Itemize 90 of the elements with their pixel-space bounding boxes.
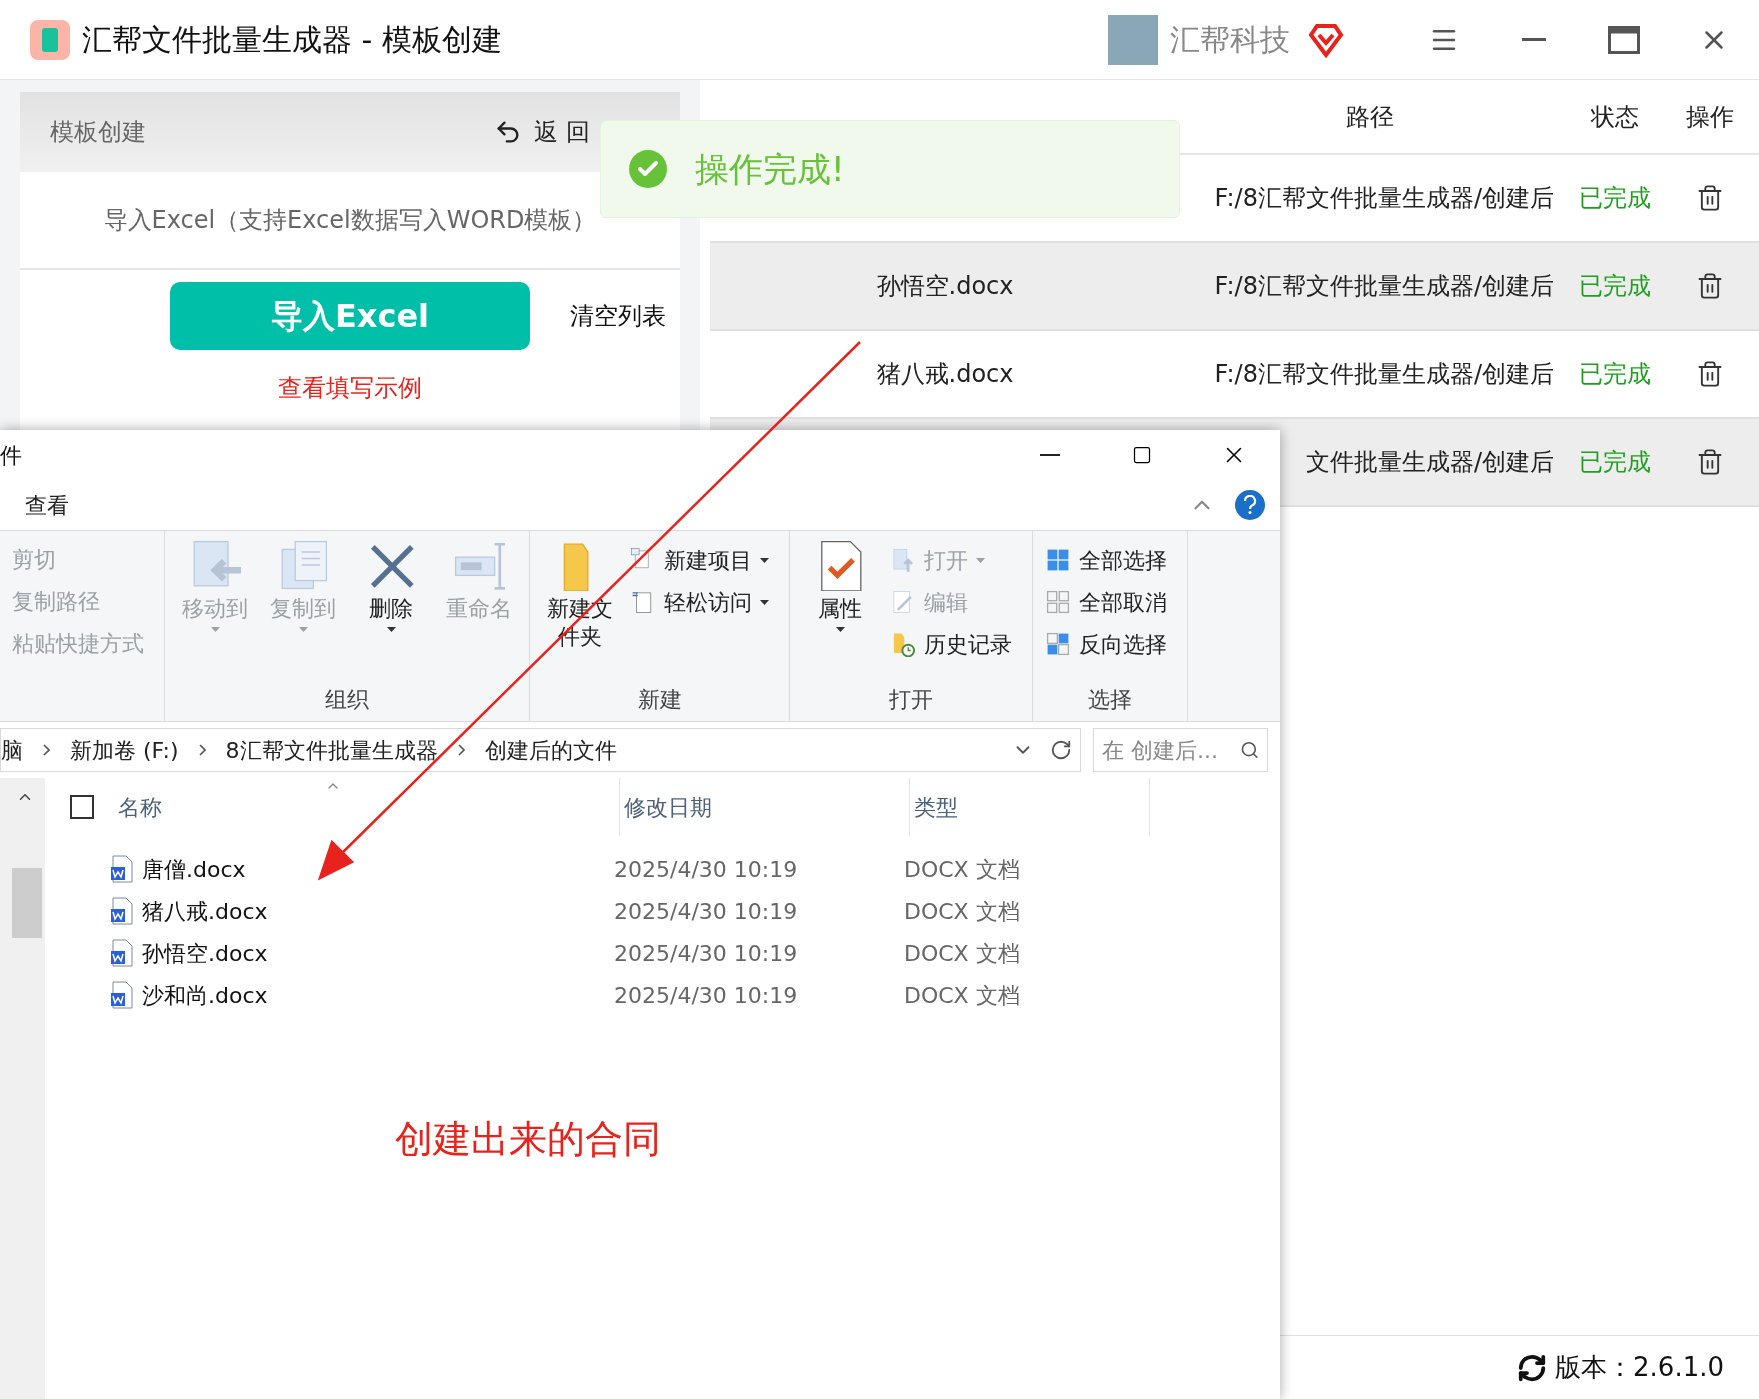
search-input[interactable]: 在 创建后... <box>1102 733 1240 767</box>
maximize-icon <box>1132 445 1152 465</box>
breadcrumb-item[interactable]: 8汇帮文件批量生成器 <box>225 733 438 767</box>
column-header[interactable]: 类型 <box>914 790 958 824</box>
delete-icon[interactable] <box>1696 448 1724 476</box>
status-text: 已完成 <box>1579 271 1651 302</box>
refresh-icon[interactable] <box>1050 739 1072 761</box>
minimize-icon <box>1522 38 1546 41</box>
file-row[interactable]: 沙和尚.docx 2025/4/30 10:19 DOCX 文档 <box>70 974 1280 1016</box>
ribbon-group-label: 新建 <box>637 685 682 714</box>
back-button[interactable]: 返 回 <box>494 114 590 150</box>
file-type: DOCX 文档 <box>903 939 1020 968</box>
status-text: 已完成 <box>1579 447 1651 478</box>
search-field[interactable]: 在 创建后... <box>1093 728 1268 772</box>
column-header: 状态 <box>1591 101 1639 133</box>
word-document-icon <box>110 939 134 967</box>
ribbon-button[interactable]: 轻松访问 <box>630 581 769 623</box>
select-all-icon <box>1045 547 1071 573</box>
ribbon-button[interactable]: 删除 <box>349 539 433 632</box>
success-check-icon <box>629 150 667 188</box>
search-icon <box>1239 739 1259 761</box>
ribbon-button[interactable]: 属性 <box>798 539 882 632</box>
import-hint: 导入Excel（支持Excel数据写入WORD模板） <box>103 205 597 236</box>
word-document-icon <box>110 981 134 1009</box>
file-row[interactable]: 猪八戒.docx 2025/4/30 10:19 DOCX 文档 <box>70 890 1280 932</box>
file-name: 猪八戒.docx <box>876 359 1014 390</box>
file-path: F:/8汇帮文件批量生成器/创建后 <box>1214 183 1554 214</box>
open-icon <box>890 547 916 573</box>
word-document-icon <box>110 855 134 883</box>
toast-message: 操作完成! <box>695 147 845 191</box>
address-bar[interactable]: 脑 新加卷 (F:) 8汇帮文件批量生成器 创建后的文件 <box>0 728 1081 772</box>
delete-icon[interactable] <box>1696 184 1724 212</box>
ribbon-group-label: 打开 <box>889 685 933 714</box>
help-icon[interactable] <box>1235 490 1265 520</box>
ribbon-button[interactable]: 反向选择 <box>1045 623 1167 665</box>
maximize-icon <box>1608 25 1640 54</box>
delete-icon[interactable] <box>1696 272 1724 300</box>
ribbon-tab[interactable]: 查看 <box>25 488 69 522</box>
file-type: DOCX 文档 <box>903 981 1020 1010</box>
file-name: 孙悟空.docx <box>876 271 1014 302</box>
ribbon-button[interactable]: 全部选择 <box>1045 539 1167 581</box>
column-header: 路径 <box>1346 101 1394 133</box>
file-date: 2025/4/30 10:19 <box>613 939 799 968</box>
chevron-right-icon <box>198 744 206 756</box>
example-link[interactable]: 查看填写示例 <box>278 370 422 406</box>
file-name: 猪八戒.docx <box>142 897 268 926</box>
avatar-photo-placeholder <box>1108 14 1158 65</box>
app-logo-icon <box>30 19 70 60</box>
file-path: F:/8汇帮文件批量生成器/创建后 <box>1214 271 1554 302</box>
column-header[interactable]: 修改日期 <box>624 790 712 824</box>
minimize-icon <box>1040 454 1060 456</box>
file-path: 文件批量生成器/创建后 <box>1305 447 1554 478</box>
file-name: 沙和尚.docx <box>142 981 268 1010</box>
chevron-right-icon <box>457 744 465 756</box>
file-date: 2025/4/30 10:19 <box>613 855 799 884</box>
status-text: 已完成 <box>1579 183 1651 214</box>
clear-list-button[interactable]: 清空列表 <box>570 298 666 334</box>
ribbon-button[interactable]: 历史记录 <box>890 623 1012 665</box>
app-title: 汇帮文件批量生成器 - 模板创建 <box>82 21 502 59</box>
delete-icon[interactable] <box>1696 360 1724 388</box>
breadcrumb-item[interactable]: 脑 <box>1 733 23 767</box>
ribbon-group-label: 组织 <box>325 685 369 714</box>
update-icon[interactable] <box>1517 1352 1548 1383</box>
annotation-text: 创建出来的合同 <box>395 1117 661 1161</box>
status-text: 已完成 <box>1579 359 1651 390</box>
word-document-icon <box>110 897 134 925</box>
file-type: DOCX 文档 <box>903 897 1020 926</box>
file-date: 2025/4/30 10:19 <box>613 981 799 1010</box>
version-text: 版本：2.6.1.0 <box>1555 1351 1724 1384</box>
panel-title: 模板创建 <box>50 117 146 148</box>
brand-name: 汇帮科技 <box>1170 21 1290 59</box>
file-path: F:/8汇帮文件批量生成器/创建后 <box>1214 359 1554 390</box>
chevron-right-icon <box>43 744 50 756</box>
column-header: 操作 <box>1686 101 1734 133</box>
select-all-checkbox[interactable] <box>70 795 94 819</box>
file-date: 2025/4/30 10:19 <box>613 897 799 926</box>
select-none-icon <box>1045 589 1071 615</box>
scrollbar-thumb[interactable] <box>12 868 42 938</box>
file-row[interactable]: 孙悟空.docx 2025/4/30 10:19 DOCX 文档 <box>70 932 1280 974</box>
window-title: 件 <box>0 441 22 470</box>
invert-selection-icon <box>1045 631 1071 657</box>
file-name: 孙悟空.docx <box>142 939 268 968</box>
breadcrumb-item[interactable]: 创建后的文件 <box>484 733 617 767</box>
breadcrumb-item[interactable]: 新加卷 (F:) <box>70 733 179 767</box>
file-name: 唐僧.docx <box>142 855 246 884</box>
column-header[interactable]: 名称 <box>118 790 162 824</box>
ribbon-group-label: 选择 <box>1088 685 1132 714</box>
file-type: DOCX 文档 <box>903 855 1020 884</box>
file-row[interactable]: 唐僧.docx 2025/4/30 10:19 DOCX 文档 <box>70 848 1280 890</box>
ribbon-button[interactable]: 全部取消 <box>1045 581 1167 623</box>
